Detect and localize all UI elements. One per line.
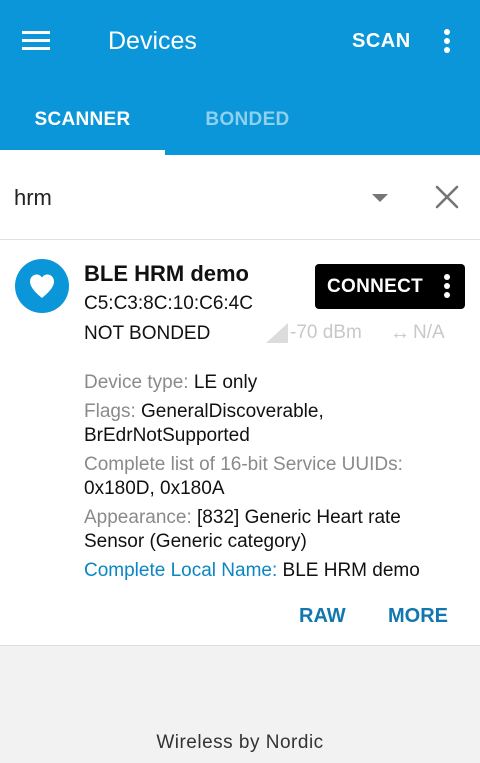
footer-branding: Wireless by Nordic: [156, 732, 324, 753]
filter-input[interactable]: [14, 181, 344, 215]
detail-local-name: Complete Local Name: BLE HRM demo: [84, 559, 464, 583]
tab-bonded[interactable]: BONDED: [165, 84, 330, 155]
more-vertical-icon[interactable]: [443, 29, 451, 55]
tab-scanner[interactable]: SCANNER: [0, 84, 165, 155]
detail-key: Flags:: [84, 401, 142, 422]
detail-service-uuids: Complete list of 16-bit Service UUIDs: 0…: [84, 453, 464, 501]
hamburger-menu-icon[interactable]: [22, 30, 50, 52]
detail-key: Appearance:: [84, 507, 198, 528]
detail-key: Complete Local Name:: [84, 560, 283, 581]
arrow-drop-down-icon[interactable]: [372, 194, 388, 202]
rssi-value: -70 dBm: [290, 322, 362, 343]
bond-state: NOT BONDED: [84, 323, 211, 344]
advertising-interval: ↔ N/A: [390, 322, 445, 344]
device-avatar: [15, 259, 69, 313]
app-bar: Devices SCAN SCANNER BONDED: [0, 0, 480, 155]
heart-icon: [30, 274, 54, 298]
filter-bar: [0, 155, 480, 240]
device-name: BLE HRM demo: [84, 261, 249, 286]
scan-button[interactable]: SCAN: [352, 30, 411, 53]
detail-flags: Flags: GeneralDiscoverable, BrEdrNotSupp…: [84, 400, 464, 448]
detail-key: Complete list of 16-bit Service UUIDs:: [84, 454, 403, 475]
connect-button[interactable]: CONNECT: [315, 264, 465, 309]
close-icon[interactable]: [434, 184, 460, 210]
raw-button[interactable]: RAW: [299, 605, 346, 628]
toolbar: Devices SCAN: [0, 0, 480, 84]
page-title: Devices: [108, 27, 197, 55]
advertising-details: Device type: LE only Flags: GeneralDisco…: [84, 371, 464, 588]
more-button[interactable]: MORE: [388, 605, 448, 628]
interval-arrows-icon: ↔: [390, 321, 410, 344]
device-address: C5:C3:8C:10:C6:4C: [84, 293, 253, 314]
device-card: BLE HRM demo C5:C3:8C:10:C6:4C NOT BONDE…: [0, 240, 480, 646]
signal-strength-icon: [266, 323, 288, 343]
detail-value: 0x180D, 0x180A: [84, 478, 225, 499]
detail-appearance: Appearance: [832] Generic Heart rate Sen…: [84, 506, 464, 554]
detail-value: BLE HRM demo: [282, 560, 420, 581]
detail-device-type: Device type: LE only: [84, 371, 464, 395]
connect-label: CONNECT: [327, 276, 424, 297]
detail-value: LE only: [193, 372, 258, 393]
interval-value: N/A: [413, 322, 445, 343]
detail-key: Device type:: [84, 372, 194, 393]
more-vertical-icon[interactable]: [443, 274, 451, 300]
rssi-indicator: -70 dBm: [266, 322, 362, 344]
